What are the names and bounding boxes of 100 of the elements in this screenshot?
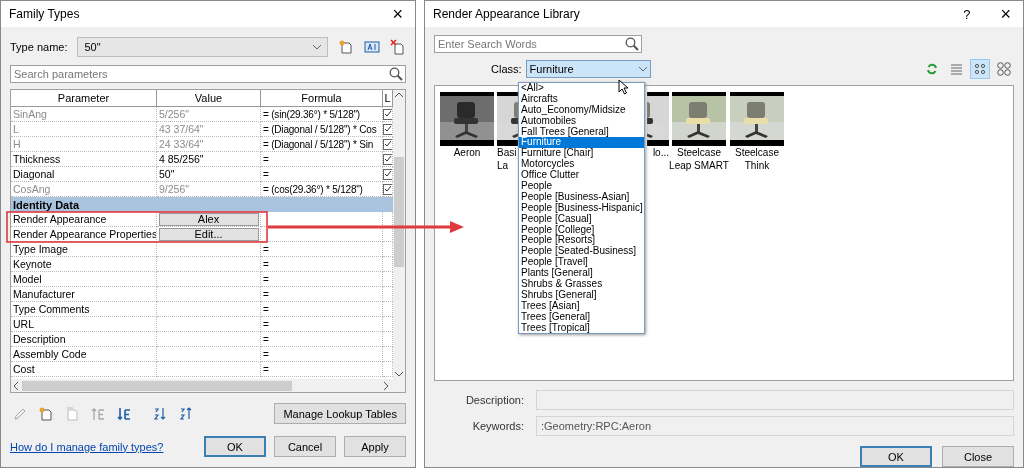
class-option[interactable]: Trees [General] bbox=[519, 311, 644, 323]
class-option[interactable]: People [Casual] bbox=[519, 213, 644, 225]
help-button[interactable]: ? bbox=[957, 6, 977, 22]
help-link[interactable]: How do I manage family types? bbox=[10, 440, 164, 453]
search-field[interactable]: Enter Search Words bbox=[434, 35, 642, 53]
parameter-value: 43 37/64" bbox=[157, 122, 261, 137]
column-header[interactable]: Formula bbox=[261, 90, 383, 107]
dialog-button[interactable]: Close bbox=[942, 446, 1014, 467]
class-option[interactable]: People [Seated-Business] bbox=[519, 246, 644, 258]
thumbnail-caption: Basi bbox=[497, 147, 517, 159]
parameter-name: Manufacturer bbox=[11, 287, 157, 302]
parameter-name: Description bbox=[11, 332, 157, 347]
close-button[interactable]: × bbox=[386, 3, 409, 25]
type-name-dropdown[interactable]: 50" bbox=[77, 37, 328, 57]
dialog-button[interactable]: Apply bbox=[344, 436, 406, 457]
parameter-name: H bbox=[11, 137, 157, 152]
class-option[interactable]: People [Business-Asian] bbox=[519, 191, 644, 203]
chevron-down-icon bbox=[313, 44, 321, 50]
group-header: Identity Data bbox=[11, 197, 393, 212]
formula: = bbox=[261, 332, 383, 347]
new-document-icon[interactable] bbox=[38, 405, 54, 422]
keywords-field[interactable]: :Geometry:RPC:Aeron bbox=[536, 416, 1014, 436]
large-icons-view-icon bbox=[997, 62, 1011, 76]
class-option[interactable]: People [Business-Hispanic] bbox=[519, 202, 644, 214]
manage-lookup-tables-button[interactable]: Manage Lookup Tables bbox=[274, 403, 406, 424]
delete-type-icon[interactable] bbox=[390, 39, 406, 55]
formula: = bbox=[261, 317, 383, 332]
class-option[interactable]: People bbox=[519, 181, 644, 192]
formula: = bbox=[261, 272, 383, 287]
class-option[interactable]: Shrubs & Grasses bbox=[519, 279, 644, 290]
class-option[interactable]: People [Resorts] bbox=[519, 235, 644, 247]
lock-checkbox[interactable] bbox=[383, 154, 392, 165]
class-option[interactable]: Furniture bbox=[519, 137, 644, 149]
class-option[interactable]: Auto_Economy/Midsize bbox=[519, 104, 644, 116]
formula: = bbox=[261, 302, 383, 317]
class-option[interactable]: Automobiles bbox=[519, 115, 644, 127]
formula: = bbox=[261, 362, 383, 377]
parameter-value: 5/256" bbox=[157, 107, 261, 122]
keywords-label: Keywords: bbox=[471, 420, 524, 432]
formula: = bbox=[261, 287, 383, 302]
refresh-icon bbox=[926, 63, 938, 75]
parameter-name: Type Image bbox=[11, 242, 157, 257]
class-option[interactable]: Trees [Asian] bbox=[519, 300, 644, 312]
class-option[interactable]: Shrubs [General] bbox=[519, 289, 644, 301]
window-title: Family Types bbox=[9, 7, 81, 21]
scroll-right-icon bbox=[384, 381, 389, 390]
view-button[interactable] bbox=[994, 59, 1014, 79]
dialog-button[interactable]: OK bbox=[860, 446, 932, 467]
class-option[interactable]: Fall Trees [General] bbox=[519, 126, 644, 138]
thumbnail-caption: Steelcase bbox=[677, 147, 721, 159]
thumbnail-caption: Leap SMART bbox=[669, 160, 729, 172]
class-option[interactable]: <All> bbox=[519, 83, 644, 94]
class-option[interactable]: People [Travel] bbox=[519, 257, 644, 269]
scroll-up-icon bbox=[395, 92, 403, 97]
class-option[interactable]: People [College] bbox=[519, 224, 644, 236]
parameter-name: Assembly Code bbox=[11, 347, 157, 362]
parameter-name: L bbox=[11, 122, 157, 137]
parameter-name: Render Appearance Properties bbox=[11, 227, 157, 242]
sort-descending-icon[interactable] bbox=[178, 405, 194, 422]
class-option[interactable]: Trees [Tropical] bbox=[519, 322, 644, 334]
view-button[interactable] bbox=[970, 59, 990, 79]
class-option[interactable]: Furniture [Chair] bbox=[519, 148, 644, 160]
thumbnail-caption: Steelcase bbox=[735, 147, 779, 159]
rename-icon[interactable] bbox=[364, 40, 380, 54]
class-option[interactable]: Aircrafts bbox=[519, 93, 644, 105]
column-header[interactable]: Parameter bbox=[11, 90, 157, 107]
search-icon[interactable] bbox=[389, 67, 403, 81]
parameter-name: Keynote bbox=[11, 257, 157, 272]
search-icon[interactable] bbox=[625, 37, 639, 51]
thumbnail-caption: lo... bbox=[652, 147, 669, 159]
horizontal-scrollbar[interactable] bbox=[11, 379, 405, 392]
column-header[interactable]: Value bbox=[157, 90, 261, 107]
class-option[interactable]: Office Clutter bbox=[519, 170, 644, 181]
scroll-down-icon bbox=[395, 372, 403, 377]
sort-ascending-icon[interactable] bbox=[152, 405, 168, 422]
new-type-icon[interactable] bbox=[338, 39, 354, 55]
formula: = bbox=[261, 242, 383, 257]
parameter-name: Render Appearance bbox=[11, 212, 157, 227]
window-title: Render Appearance Library bbox=[433, 7, 581, 21]
parameter-name: Cost bbox=[11, 362, 157, 377]
value-button[interactable]: Edit... bbox=[158, 227, 259, 241]
move-down-icon[interactable] bbox=[116, 405, 132, 422]
class-dropdown[interactable]: Furniture bbox=[525, 60, 651, 78]
description-label: Description: bbox=[464, 394, 524, 406]
dialog-button[interactable]: OK bbox=[204, 436, 266, 457]
parameter-value: 4 85/256" bbox=[157, 152, 261, 167]
class-option[interactable]: Motorcycles bbox=[519, 159, 644, 171]
class-option[interactable]: Plants [General] bbox=[519, 268, 644, 280]
close-button[interactable]: × bbox=[994, 3, 1017, 25]
parameter-value: 24 33/64" bbox=[157, 137, 261, 152]
parameter-name: Model bbox=[11, 272, 157, 287]
formula: = bbox=[261, 257, 383, 272]
search-field[interactable]: Search parameters bbox=[10, 65, 406, 83]
dialog-button[interactable]: Cancel bbox=[274, 436, 336, 457]
description-field[interactable] bbox=[536, 390, 1014, 410]
thumbnail-caption: Aeron bbox=[453, 147, 481, 159]
parameter-name: SinAng bbox=[11, 107, 157, 122]
parameter-name: Diagonal bbox=[11, 167, 157, 182]
lock-checkbox[interactable] bbox=[383, 169, 392, 180]
vertical-scrollbar[interactable] bbox=[393, 90, 405, 379]
